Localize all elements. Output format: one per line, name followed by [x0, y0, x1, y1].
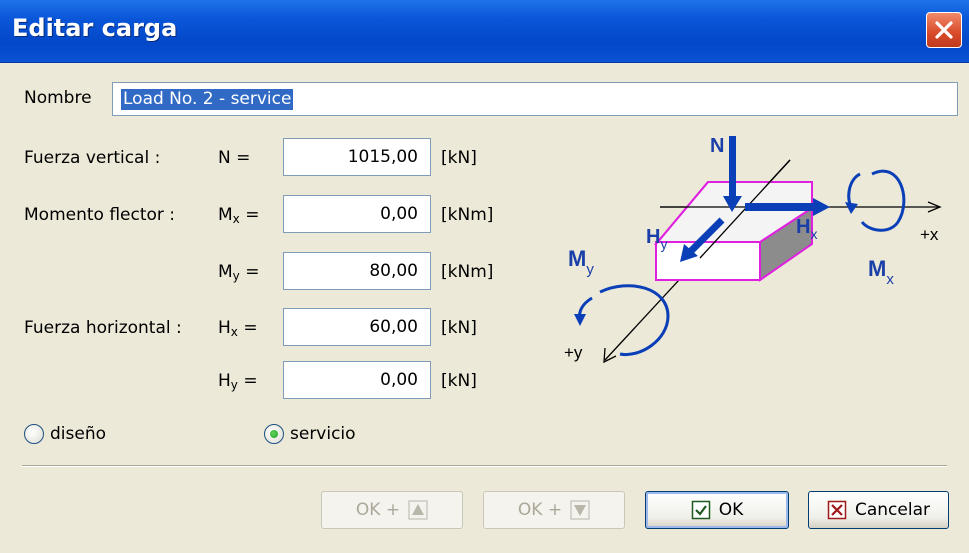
- n-force-arrow: [729, 136, 736, 198]
- hx-value-field[interactable]: 60,00: [283, 308, 431, 346]
- hx-arrowhead: [813, 198, 830, 216]
- label-plus-x: +x: [920, 225, 939, 244]
- mx-value-field[interactable]: 0,00: [283, 195, 431, 233]
- vertical-force-label: Fuerza vertical :: [24, 148, 161, 168]
- design-radio-label[interactable]: diseño: [50, 424, 106, 444]
- label-plus-y: +y: [564, 343, 583, 362]
- name-label: Nombre: [24, 88, 92, 108]
- my-unit: [kNm]: [441, 262, 494, 282]
- hx-unit: [kN]: [441, 318, 477, 338]
- ok-plus-down-label: OK +: [517, 500, 563, 520]
- service-radio-label[interactable]: servicio: [290, 424, 356, 444]
- cancel-button[interactable]: Cancelar: [808, 491, 949, 529]
- arrow-up-icon: [408, 500, 428, 520]
- name-input[interactable]: Load No. 2 - service: [112, 82, 958, 116]
- design-radio[interactable]: [24, 424, 44, 444]
- name-input-value: Load No. 2 - service: [121, 89, 294, 110]
- mx-moment-arrow: [860, 169, 906, 232]
- close-button[interactable]: [926, 12, 962, 48]
- label-n: N: [710, 135, 724, 157]
- hy-unit: [kN]: [441, 371, 477, 391]
- hy-symbol-label: Hy =: [218, 371, 258, 392]
- hy-value-field[interactable]: 0,00: [283, 361, 431, 399]
- my-symbol-label: My =: [218, 262, 260, 283]
- n-unit: [kN]: [441, 148, 477, 168]
- window-title: Editar carga: [12, 14, 178, 42]
- label-my: My: [568, 246, 594, 278]
- ok-button[interactable]: OK: [645, 491, 789, 529]
- label-mx: Mx: [868, 256, 894, 288]
- ok-plus-up-button[interactable]: OK +: [321, 491, 463, 529]
- load-diagram: N Hy Hx My Mx +x +y: [564, 135, 942, 364]
- box-front-face: [655, 241, 761, 281]
- title-bar[interactable]: Editar carga: [0, 0, 969, 63]
- edit-load-dialog: Editar carga Nombre Load No. 2 - service…: [0, 0, 969, 553]
- my-value-field[interactable]: 80,00: [283, 252, 431, 290]
- radio-selected-dot: [270, 430, 278, 438]
- my-moment-arrow: [599, 284, 670, 357]
- hx-force-arrow: [745, 203, 815, 211]
- cancel-label: Cancelar: [855, 500, 930, 520]
- mx-symbol-label: Mx =: [218, 205, 260, 226]
- ok-plus-up-label: OK +: [355, 500, 401, 520]
- horizontal-force-label: Fuerza horizontal :: [24, 318, 182, 338]
- close-icon: [935, 21, 953, 39]
- service-radio[interactable]: [264, 424, 284, 444]
- hx-symbol-label: Hx =: [218, 318, 258, 339]
- arrow-down-icon: [570, 500, 590, 520]
- checkmark-icon: [691, 500, 710, 520]
- ok-plus-down-button[interactable]: OK +: [483, 491, 625, 529]
- bending-moment-label: Momento flector :: [24, 205, 176, 225]
- n-value-field[interactable]: 1015,00: [283, 138, 431, 176]
- button-separator: [22, 465, 947, 467]
- ok-label: OK: [718, 500, 744, 520]
- n-symbol-label: N =: [218, 148, 251, 168]
- mx-unit: [kNm]: [441, 205, 494, 225]
- cancel-x-icon: [827, 500, 847, 520]
